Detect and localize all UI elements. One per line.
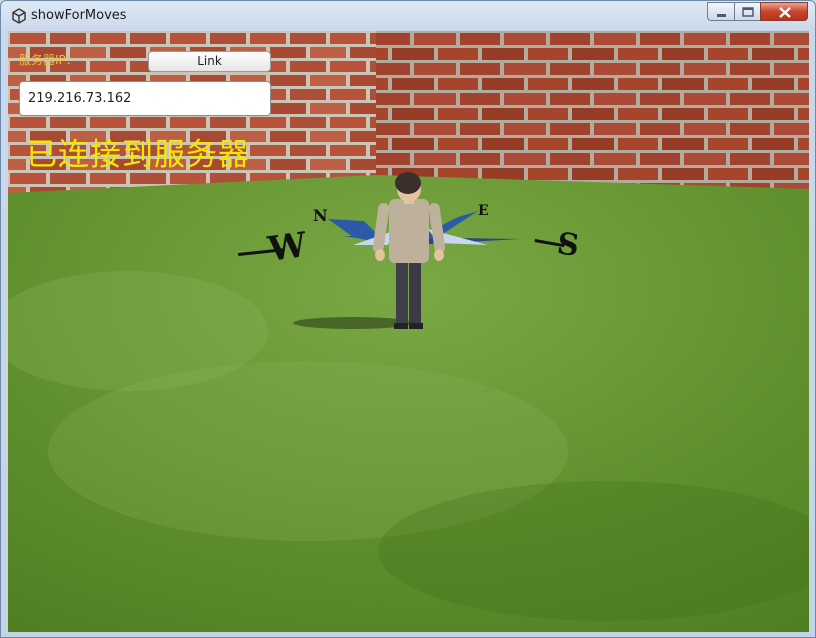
link-button[interactable]: Link: [148, 51, 271, 72]
close-button[interactable]: [760, 2, 808, 21]
maximize-icon: [742, 7, 754, 17]
minimize-icon: [717, 14, 726, 17]
compass-north: N: [313, 206, 328, 225]
app-window: showForMoves W N E S 服务器IP： Link 219.216…: [0, 0, 816, 638]
game-viewport[interactable]: W N E S 服务器IP： Link 219.216.73.162 已连接到服…: [8, 31, 809, 632]
title-bar[interactable]: showForMoves: [1, 1, 815, 31]
server-ip-field[interactable]: 219.216.73.162: [19, 81, 271, 116]
compass-east: E: [478, 203, 489, 219]
minimize-button[interactable]: [707, 2, 734, 21]
close-icon: [779, 7, 791, 18]
compass-west: W: [265, 225, 310, 270]
window-title: showForMoves: [31, 8, 127, 23]
game-scene: W N E S: [8, 31, 809, 632]
connection-status: 已连接到服务器: [26, 137, 250, 173]
maximize-button[interactable]: [734, 2, 760, 21]
unity-icon: [12, 8, 26, 24]
server-ip-label: 服务器IP：: [19, 53, 78, 67]
